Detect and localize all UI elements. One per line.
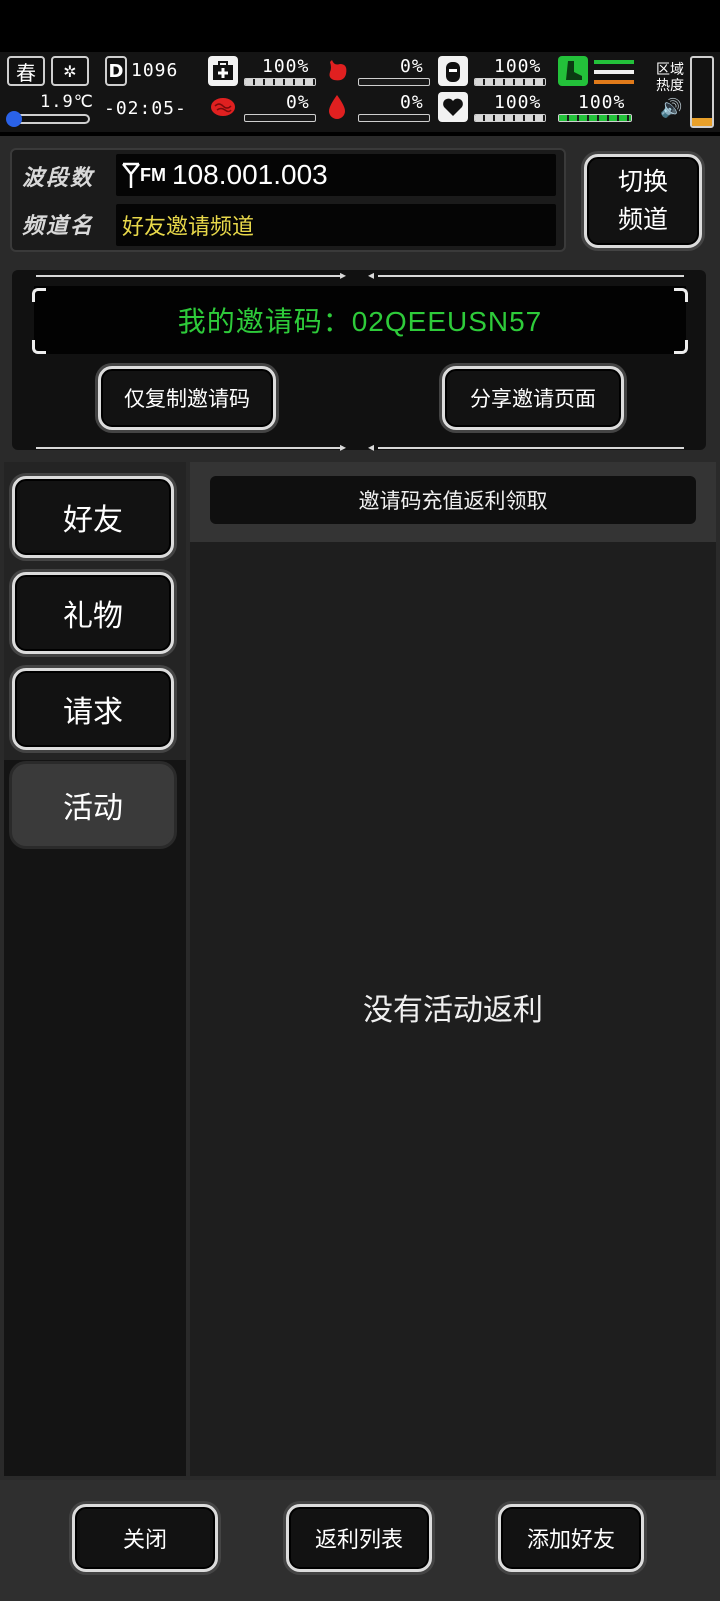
divider-bottom-left (36, 447, 342, 449)
brain-icon (208, 92, 238, 122)
season-text: 春 (16, 60, 36, 85)
infection-value: 0% (286, 92, 310, 113)
arrow-left-icon: ◂ (368, 268, 375, 282)
snowflake-icon: ✲ (51, 56, 89, 86)
mood-bar (474, 114, 546, 122)
blood-drop-icon (322, 92, 352, 122)
antenna-icon: FM (122, 159, 168, 191)
medkit-icon (208, 56, 238, 86)
health-value: 100% (262, 56, 310, 77)
arrow-right-icon: ▸ (340, 440, 347, 454)
invite-code: 我的邀请码：02QEEUSN57 (177, 306, 543, 337)
mood-value: 100% (494, 92, 542, 113)
channel-label: 频道名 (22, 214, 95, 239)
boot-icon (558, 56, 588, 86)
switch-channel-button[interactable]: 切换 频道 (584, 154, 702, 248)
frequency-field: FM 108.001.003 (116, 154, 556, 196)
region-heat-meter (690, 56, 714, 128)
tab-friends[interactable]: 好友 (12, 476, 174, 558)
region-heat-label: 区域 热度 (656, 62, 684, 94)
season-badge: 春 (7, 56, 45, 86)
hunger-bar (358, 78, 430, 86)
content-panel (190, 462, 716, 1476)
stamina-value: 100% (578, 92, 626, 113)
day-count: 1096 (131, 60, 179, 81)
clock: -02:05- (104, 98, 187, 119)
water-bottle-icon (438, 56, 468, 86)
invite-code-box: 我的邀请码：02QEEUSN57 (34, 286, 686, 354)
health-bar (244, 78, 316, 86)
stomach-icon (322, 56, 352, 86)
stamina-line-2 (594, 70, 634, 74)
copy-invite-code-button[interactable]: 仅复制邀请码 (98, 366, 276, 430)
corner-tl (32, 288, 46, 302)
bleeding-value: 0% (400, 92, 424, 113)
corner-bl (32, 340, 46, 354)
band-label: 波段数 (22, 166, 95, 191)
temperature: 1.9℃ (40, 92, 94, 112)
tab-gifts[interactable]: 礼物 (12, 572, 174, 654)
fm-label: FM (140, 164, 166, 185)
hunger-value: 0% (400, 56, 424, 77)
invite-rebate-tab[interactable]: 邀请码充值返利领取 (210, 476, 696, 524)
add-friend-button[interactable]: 添加好友 (498, 1504, 644, 1572)
rebate-list-button[interactable]: 返利列表 (286, 1504, 432, 1572)
corner-br (674, 340, 688, 354)
channel-field: 好友邀请频道 (116, 204, 556, 246)
speaker-icon[interactable]: 🔊 (660, 98, 682, 119)
tab-activities[interactable]: 活动 (12, 764, 174, 846)
frequency-value: 108.001.003 (172, 159, 328, 190)
arrow-left-icon: ◂ (368, 440, 375, 454)
bleeding-bar (358, 114, 430, 122)
arrow-right-icon: ▸ (340, 268, 347, 282)
stamina-line-1 (594, 60, 634, 64)
channel-name: 好友邀请频道 (122, 215, 255, 240)
divider-bottom-right (378, 447, 684, 449)
empty-message: 没有活动返利 (363, 993, 543, 1028)
heart-icon (438, 92, 468, 122)
thermometer-icon (6, 111, 22, 127)
stamina-line-3 (594, 80, 634, 84)
temperature-bar (6, 111, 90, 127)
close-button[interactable]: 关闭 (72, 1504, 218, 1572)
divider-top-left (36, 275, 342, 277)
day-icon: D (105, 56, 127, 86)
stamina-bar (558, 114, 632, 122)
tab-requests[interactable]: 请求 (12, 668, 174, 750)
divider-top-right (378, 275, 684, 277)
corner-tr (674, 288, 688, 302)
thirst-value: 100% (494, 56, 542, 77)
share-invite-page-button[interactable]: 分享邀请页面 (442, 366, 624, 430)
infection-bar (244, 114, 316, 122)
thirst-bar (474, 78, 546, 86)
